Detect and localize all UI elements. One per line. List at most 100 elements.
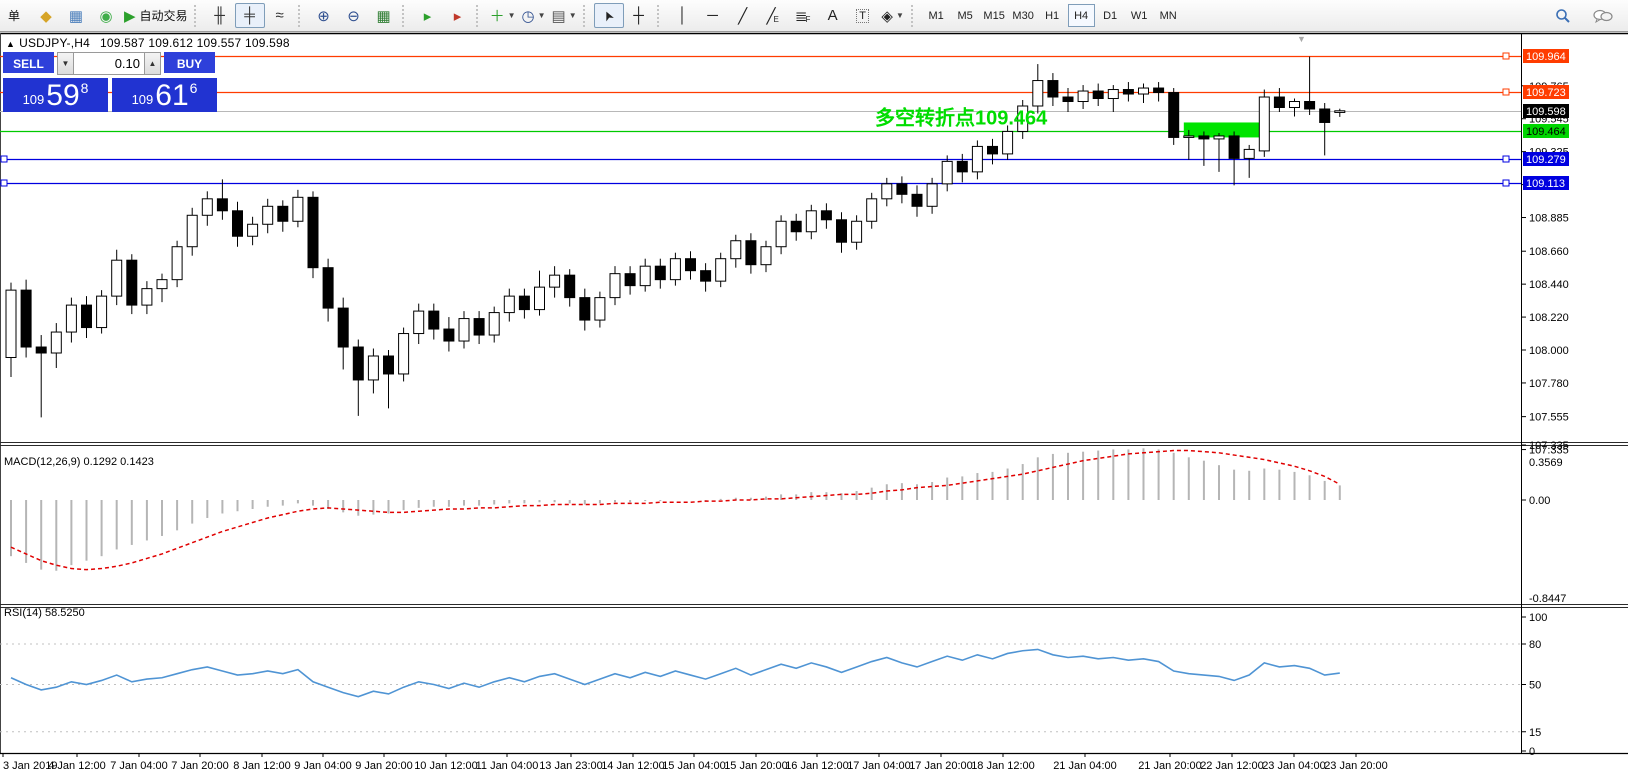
chevron-down-icon[interactable]: ▼: [896, 11, 904, 20]
candle: [1108, 90, 1118, 99]
candle: [988, 146, 998, 153]
chart-window-icon[interactable]: ▦: [61, 3, 91, 28]
candle: [776, 221, 786, 246]
vertical-line-button[interactable]: │: [668, 3, 698, 28]
candle: [942, 161, 952, 183]
periods-button[interactable]: ◷▼: [519, 3, 549, 28]
support-line-109113-handle[interactable]: [1503, 180, 1509, 186]
chevron-down-icon[interactable]: ▼: [508, 11, 516, 20]
candle: [127, 260, 137, 305]
volume-increment-button[interactable]: ▲: [144, 52, 161, 75]
candlestick-chart-button[interactable]: ╪: [235, 3, 265, 28]
tile-windows-button[interactable]: ▦: [369, 3, 399, 28]
candle: [233, 211, 243, 236]
chart-canvas[interactable]: 多空转折点109.464109.765109.545109.325109.105…: [0, 0, 1628, 777]
candle: [610, 274, 620, 298]
timeframe-button-m15[interactable]: M15: [981, 4, 1008, 27]
zoom-in-button[interactable]: ⊕: [309, 3, 339, 28]
time-label: 14 Jan 12:00: [601, 760, 665, 772]
trendline-icon: ╱: [738, 7, 747, 25]
horizontal-line-button[interactable]: ─: [698, 3, 728, 28]
sell-price-display[interactable]: 109 59 8: [3, 78, 108, 112]
candle: [157, 280, 167, 289]
candlestick-chart-icon: ╪: [244, 7, 255, 24]
zoom-out-button[interactable]: ⊖: [339, 3, 369, 28]
candle: [1335, 111, 1345, 113]
chevron-down-icon[interactable]: ▼: [569, 11, 577, 20]
resistance-line-109964-handle[interactable]: [1503, 53, 1509, 59]
price-tick-label: 108.660: [1529, 246, 1569, 258]
collapse-panel-icon[interactable]: ▲: [6, 39, 15, 49]
arrows-icon: ◈: [881, 7, 893, 25]
buy-price-display[interactable]: 109 61 6: [112, 78, 217, 112]
line-chart-button[interactable]: ≈: [265, 3, 295, 28]
candle: [353, 347, 363, 380]
time-label: 23 Jan 04:00: [1262, 760, 1326, 772]
candle: [1214, 136, 1224, 139]
channel-button[interactable]: ╱E: [758, 3, 788, 28]
chart-shift-button[interactable]: ▸: [443, 3, 473, 28]
tool-suffix-label: F: [805, 15, 810, 24]
indicators-button[interactable]: ＋▼: [487, 3, 519, 28]
time-label: 15 Jan 20:00: [724, 760, 788, 772]
chat-icon[interactable]: [1588, 3, 1618, 28]
timeframe-button-w1[interactable]: W1: [1126, 4, 1153, 27]
time-label: 21 Jan 04:00: [1053, 760, 1117, 772]
buy-button[interactable]: BUY: [164, 52, 215, 75]
timeframe-button-mn[interactable]: MN: [1155, 4, 1182, 27]
candle: [670, 259, 680, 280]
pivot-annotation: 多空转折点109.464: [875, 106, 1048, 130]
text-label-button[interactable]: T: [848, 3, 878, 28]
search-icon[interactable]: [1548, 3, 1578, 28]
candle: [1078, 91, 1088, 101]
rsi-axis-label: 0: [1529, 746, 1535, 758]
timeframe-button-h1[interactable]: H1: [1039, 4, 1066, 27]
crosshair-button[interactable]: ┼: [624, 3, 654, 28]
resistance-line-109723-handle[interactable]: [1503, 89, 1509, 95]
arrows-button[interactable]: ◈▼: [878, 3, 908, 28]
volume-input[interactable]: [74, 53, 144, 74]
support-line-109113-handle[interactable]: [1, 180, 7, 186]
candle: [1048, 81, 1058, 97]
time-label: 4 Jan 12:00: [48, 760, 106, 772]
candle: [1003, 131, 1013, 153]
macd-axis-label: -0.8447: [1529, 593, 1566, 605]
periods-icon: ◷: [522, 7, 535, 25]
tile-windows-icon: ▦: [376, 7, 390, 25]
candle: [655, 266, 665, 279]
chart-window-icon-icon: ▦: [69, 7, 83, 25]
support-line-109279-handle[interactable]: [1, 156, 7, 162]
volume-decrement-button[interactable]: ▼: [57, 52, 74, 75]
chevron-down-icon[interactable]: ▼: [538, 11, 546, 20]
templates-button[interactable]: ▤▼: [549, 3, 580, 28]
gold-cube-icon[interactable]: ◆: [31, 3, 61, 28]
auto-trading-button-label: 自动交易: [140, 7, 188, 24]
buy-price-big: 61: [155, 82, 188, 110]
timeframe-button-m5[interactable]: M5: [952, 4, 979, 27]
timeframe-button-m1[interactable]: M1: [923, 4, 950, 27]
support-line-109279-handle[interactable]: [1503, 156, 1509, 162]
candle: [1154, 88, 1164, 92]
fibonacci-button[interactable]: ≣F: [788, 3, 818, 28]
toolbar-separator: [298, 5, 304, 27]
time-label: 22 Jan 12:00: [1200, 760, 1264, 772]
timeframe-button-m30[interactable]: M30: [1010, 4, 1037, 27]
timeframe-button-h4[interactable]: H4: [1068, 4, 1095, 27]
cursor-button[interactable]: ➤: [594, 3, 624, 28]
timeframe-button-d1[interactable]: D1: [1097, 4, 1124, 27]
sell-button[interactable]: SELL: [3, 52, 54, 75]
bars-chart-button[interactable]: ╫: [205, 3, 235, 28]
auto-trading-button[interactable]: ▶自动交易: [121, 3, 191, 28]
new-order-button[interactable]: 单: [1, 3, 31, 28]
sell-price-big: 59: [46, 82, 79, 110]
navigator-icon[interactable]: ◉: [91, 3, 121, 28]
macd-axis-label: 0.00: [1529, 495, 1550, 507]
text-button[interactable]: A: [818, 3, 848, 28]
candle: [565, 275, 575, 297]
candle: [867, 199, 877, 221]
auto-scroll-button[interactable]: ▸: [413, 3, 443, 28]
candle: [535, 287, 545, 309]
candle: [1184, 136, 1194, 137]
highlight-rectangle[interactable]: [1184, 122, 1260, 137]
trendline-button[interactable]: ╱: [728, 3, 758, 28]
